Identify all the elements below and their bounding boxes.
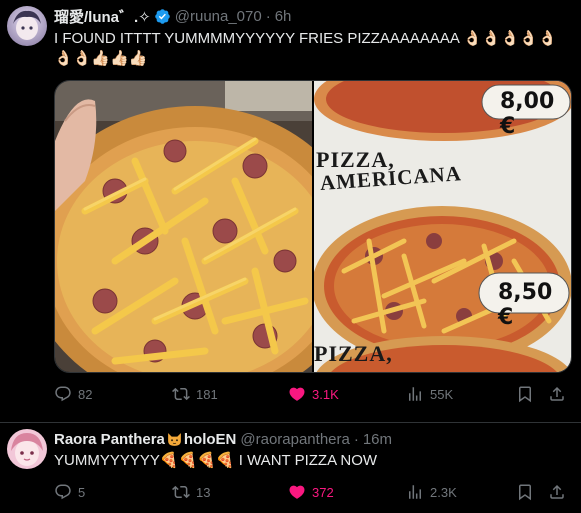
tweet-text: YUMMYYYYYY🍕🍕🍕🍕 I WANT PIZZA NOW xyxy=(54,451,377,471)
separator-dot: · xyxy=(353,430,359,448)
tweet-actions: 82 181 3.1K 55K xyxy=(54,384,572,404)
reply-count: 5 xyxy=(78,484,86,500)
bookmark-icon xyxy=(519,386,531,403)
like-count: 372 xyxy=(312,484,334,500)
cat-face-icon xyxy=(166,431,183,448)
retweet-icon xyxy=(172,485,190,499)
reply-button[interactable]: 82 xyxy=(54,385,172,403)
like-button[interactable]: 372 xyxy=(288,483,406,501)
menu-sign-bottom: PIZZA, xyxy=(314,341,393,366)
views-icon xyxy=(409,485,421,499)
display-name[interactable]: Raora Panthera xyxy=(54,431,165,448)
avatar[interactable] xyxy=(7,429,47,469)
price-tag-bottom: 8,50 € xyxy=(498,280,553,330)
views-count: 55K xyxy=(430,386,454,402)
tweet-text-end: I WANT PIZZA NOW xyxy=(238,452,378,469)
ok-hand-emojis: 👌🏻👌🏻👌🏻👌🏻👌🏻 xyxy=(463,30,557,47)
retweet-button[interactable]: 181 xyxy=(172,385,288,403)
share-icon xyxy=(550,386,564,401)
tweet-media[interactable]: PIZZA, AMERICANA PIZZA, 8,00 € 8,50 € xyxy=(54,80,572,373)
retweet-button[interactable]: 13 xyxy=(172,483,288,501)
media-photo-left[interactable] xyxy=(55,81,312,372)
timestamp[interactable]: 16m xyxy=(363,431,392,448)
tweet-header: 瑠愛/luna゛.✧ @ruuna_070 · 6h xyxy=(54,6,292,27)
user-handle[interactable]: @raorapanthera xyxy=(240,431,349,448)
user-handle[interactable]: @ruuna_070 xyxy=(175,8,262,25)
reply-icon xyxy=(55,484,71,500)
share-icon xyxy=(550,484,564,499)
media-photo-right[interactable]: PIZZA, AMERICANA PIZZA, 8,00 € 8,50 € xyxy=(314,81,571,372)
tweet-text: I FOUND ITTTT YUMMMMYYYYYY FRIES PIZZAAA… xyxy=(54,29,572,69)
separator-dot: · xyxy=(265,7,271,25)
retweet-count: 181 xyxy=(196,386,218,402)
price-tag-top: 8,00 € xyxy=(500,89,555,139)
display-name[interactable]: 瑠愛/luna゛.✧ xyxy=(54,6,151,27)
bookmark-button[interactable] xyxy=(516,483,548,501)
tweet-actions: 5 13 372 2.3K xyxy=(54,482,572,502)
retweet-count: 13 xyxy=(196,484,211,500)
views-icon xyxy=(409,387,421,401)
bookmark-button[interactable] xyxy=(516,385,548,403)
reply-icon xyxy=(55,386,71,402)
retweet-icon xyxy=(172,387,190,401)
verified-badge-icon xyxy=(154,8,171,25)
share-button[interactable] xyxy=(548,385,572,403)
tweet-header: Raora Panthera holoEN @raorapanthera · 1… xyxy=(54,430,392,448)
avatar[interactable] xyxy=(7,6,47,46)
reply-button[interactable]: 5 xyxy=(54,483,172,501)
share-button[interactable] xyxy=(548,483,572,501)
heart-filled-icon xyxy=(289,485,305,499)
like-count: 3.1K xyxy=(312,386,339,402)
bookmark-icon xyxy=(519,484,531,501)
tweet-text-start: YUMMYYYYYY xyxy=(54,452,160,469)
tweet-divider xyxy=(0,422,581,423)
heart-filled-icon xyxy=(289,387,305,401)
timestamp[interactable]: 6h xyxy=(275,8,292,25)
views-count: 2.3K xyxy=(430,484,457,500)
like-button[interactable]: 3.1K xyxy=(288,385,406,403)
pizza-emojis: 🍕🍕🍕🍕 xyxy=(159,452,235,469)
display-name-suffix[interactable]: holoEN xyxy=(184,431,237,448)
tweet-text-line: I FOUND ITTTT YUMMMMYYYYYY FRIES PIZZAAA… xyxy=(54,30,460,47)
views-button[interactable]: 55K xyxy=(406,385,516,403)
views-button[interactable]: 2.3K xyxy=(406,483,516,501)
hand-emojis-line: 👌🏻👌🏻👍🏻👍🏻👍🏻 xyxy=(54,50,148,67)
reply-count: 82 xyxy=(78,386,93,402)
